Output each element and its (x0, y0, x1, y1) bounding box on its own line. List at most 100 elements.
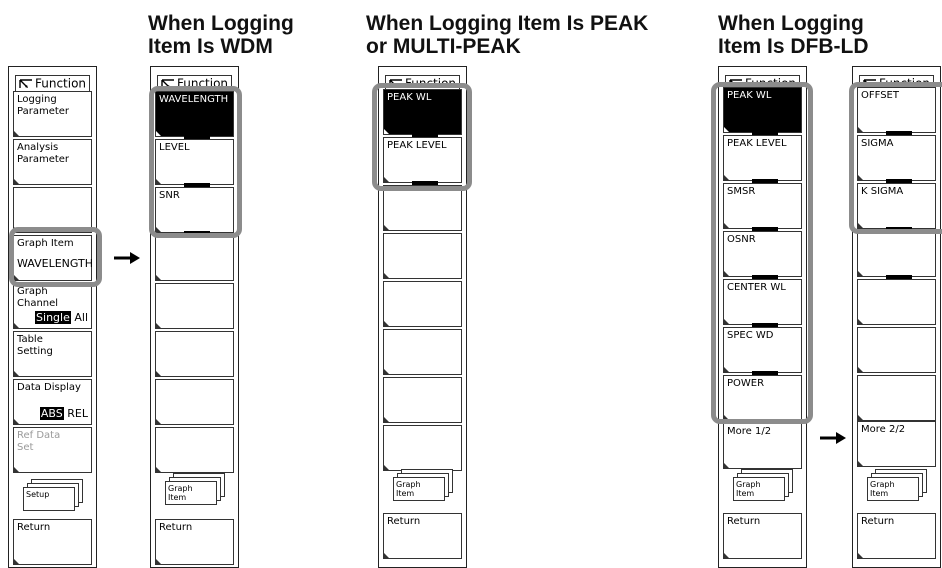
blank-softkey[interactable] (857, 275, 936, 325)
graph-channel-single: Single (35, 311, 71, 324)
dfb-panel-1: Function PEAK WL PEAK LEVEL SMSR OSNR CE… (718, 66, 807, 568)
graph-item-card: Graph Item (393, 477, 445, 501)
panel-title: Function (35, 76, 87, 91)
wdm-snr-softkey[interactable]: SNR (155, 183, 234, 233)
peak-level-label: PEAK LEVEL (387, 140, 447, 151)
main-function-panel: Function Logging Parameter Analysis Para… (8, 66, 97, 568)
more-2-2-label: More 2/2 (861, 424, 906, 435)
return-softkey[interactable]: Return (155, 519, 234, 565)
dfb-smsr-softkey[interactable]: SMSR (723, 179, 802, 229)
softkey-tab (412, 133, 438, 137)
data-display-abs: ABS (39, 407, 64, 420)
more-2-2-softkey[interactable]: More 2/2 (857, 421, 936, 467)
graph-channel-softkey[interactable]: Graph Channel Single All (13, 283, 92, 329)
softkey-tab (184, 135, 210, 139)
graph-item-label: Graph Item (17, 238, 74, 249)
return-softkey[interactable]: Return (723, 513, 802, 559)
dfb-spec-wd-softkey[interactable]: SPEC WD (723, 323, 802, 373)
setup-card: Setup (23, 487, 75, 511)
softkey-tab (886, 179, 912, 183)
blank-softkey[interactable] (383, 329, 462, 375)
graph-item-stack[interactable]: Graph Item (383, 467, 462, 507)
dfb-peak-wl-softkey[interactable]: PEAK WL (723, 87, 802, 133)
right-arrow-icon (820, 432, 846, 444)
dfb-panel-2: Function OFFSET SIGMA K SIGMA More 2/2 G… (852, 66, 941, 568)
blank-softkey[interactable] (383, 425, 462, 471)
blank-softkey[interactable] (155, 283, 234, 329)
dfb-k-sigma-softkey[interactable]: K SIGMA (857, 179, 936, 229)
graph-item-card: Graph Item (733, 477, 785, 501)
softkey-tab (886, 227, 912, 231)
softkey-tab (752, 323, 778, 327)
blank-softkey[interactable] (13, 187, 92, 233)
graph-item-card: Graph Item (867, 477, 919, 501)
analysis-parameter-softkey[interactable]: Analysis Parameter (13, 139, 92, 185)
peak-panel: Function PEAK WL PEAK LEVEL Graph Item R… (378, 66, 467, 568)
data-display-options: ABS REL (39, 407, 88, 420)
graph-item-value: WAVELENGTH (17, 257, 94, 270)
softkey-tab (752, 179, 778, 183)
heading-peak: When Logging Item Is PEAK or MULTI-PEAK (366, 12, 649, 58)
softkey-tab (184, 183, 210, 187)
blank-softkey[interactable] (857, 227, 936, 277)
blank-softkey[interactable] (383, 377, 462, 423)
wdm-wavelength-softkey[interactable]: WAVELENGTH (155, 91, 234, 137)
heading-wdm: When Logging Item Is WDM (148, 12, 294, 58)
dfb-offset-softkey[interactable]: OFFSET (857, 87, 936, 133)
blank-softkey[interactable] (383, 233, 462, 279)
peak-wl-softkey[interactable]: PEAK WL (383, 89, 462, 135)
return-softkey[interactable]: Return (857, 513, 936, 559)
dfb-spec-wd-label: SPEC WD (727, 330, 774, 341)
dfb-center-wl-softkey[interactable]: CENTER WL (723, 275, 802, 325)
blank-softkey[interactable] (155, 231, 234, 281)
dfb-peak-level-softkey[interactable]: PEAK LEVEL (723, 131, 802, 181)
logging-parameter-softkey[interactable]: Logging Parameter (13, 91, 92, 137)
dfb-power-label: POWER (727, 378, 765, 389)
function-icon (389, 78, 402, 88)
dfb-center-wl-label: CENTER WL (727, 282, 786, 293)
return-softkey[interactable]: Return (383, 513, 462, 559)
graph-item-softkey[interactable]: Graph Item WAVELENGTH (13, 235, 94, 281)
panel-header: Function (157, 75, 232, 92)
softkey-tab (184, 231, 210, 235)
softkey-tab (752, 419, 778, 423)
ref-data-set-softkey: Ref Data Set (13, 427, 92, 473)
graph-item-stack[interactable]: Graph Item (723, 467, 802, 507)
blank-softkey[interactable] (155, 427, 234, 473)
dfb-power-softkey[interactable]: POWER (723, 371, 802, 421)
blank-softkey[interactable] (155, 379, 234, 425)
dfb-smsr-label: SMSR (727, 186, 756, 197)
dfb-sigma-softkey[interactable]: SIGMA (857, 131, 936, 181)
dfb-osnr-softkey[interactable]: OSNR (723, 227, 802, 277)
graph-item-stack[interactable]: Graph Item (857, 467, 936, 507)
wdm-level-softkey[interactable]: LEVEL (155, 135, 234, 185)
setup-stack[interactable]: Setup (13, 477, 92, 517)
data-display-label: Data Display (17, 382, 81, 393)
softkey-tab (752, 275, 778, 279)
panel-header: Function (15, 75, 90, 92)
dfb-osnr-label: OSNR (727, 234, 756, 245)
softkey-tab (752, 371, 778, 375)
table-setting-softkey[interactable]: Table Setting (13, 331, 92, 377)
heading-dfb: When Logging Item Is DFB-LD (718, 12, 869, 58)
graph-channel-options: Single All (35, 311, 88, 324)
softkey-tab (886, 275, 912, 279)
blank-softkey[interactable] (383, 181, 462, 231)
peak-level-softkey[interactable]: PEAK LEVEL (383, 133, 462, 183)
blank-softkey[interactable] (383, 281, 462, 327)
softkey-tab (412, 181, 438, 185)
softkey-tab (886, 131, 912, 135)
more-1-2-label: More 1/2 (727, 426, 772, 437)
dfb-sigma-label: SIGMA (861, 138, 894, 149)
wdm-snr-label: SNR (159, 190, 180, 201)
right-arrow-icon (114, 252, 140, 264)
blank-softkey[interactable] (857, 375, 936, 421)
blank-softkey[interactable] (155, 331, 234, 377)
graph-item-stack[interactable]: Graph Item (155, 471, 234, 511)
function-icon (19, 78, 32, 88)
data-display-softkey[interactable]: Data Display ABS REL (13, 379, 92, 425)
wdm-level-label: LEVEL (159, 142, 190, 153)
blank-softkey[interactable] (857, 327, 936, 373)
more-1-2-softkey[interactable]: More 1/2 (723, 419, 802, 469)
return-softkey[interactable]: Return (13, 519, 92, 565)
